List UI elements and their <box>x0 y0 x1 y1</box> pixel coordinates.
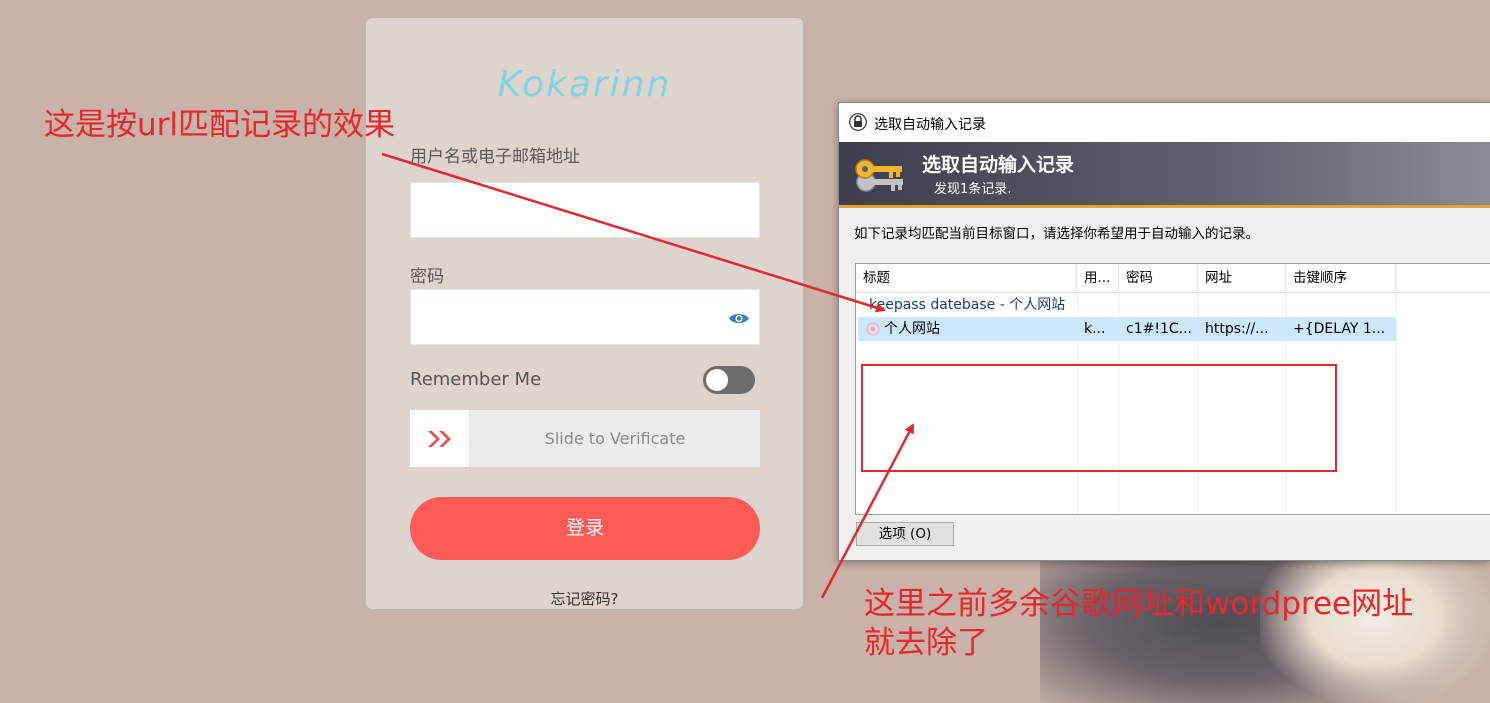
toggle-knob <box>706 369 728 391</box>
annotation-top-text: 这是按url匹配记录的效果 <box>44 107 396 143</box>
annotation-highlight-box <box>861 364 1337 472</box>
table-row-selected[interactable]: 个人网站 k... c1#!1C... https://... +{DELAY … <box>858 317 1396 341</box>
keepass-lock-icon <box>849 113 867 131</box>
entry-url: https://... <box>1205 321 1269 337</box>
slider-handle[interactable] <box>410 410 470 467</box>
site-logo: Kokarinn <box>497 64 672 105</box>
password-input[interactable] <box>410 289 760 345</box>
password-label: 密码 <box>410 267 444 287</box>
banner-subtitle: 发现1条记录. <box>934 182 1012 197</box>
background-illustration-detail <box>1260 560 1490 703</box>
entry-password: c1#!1C... <box>1126 321 1192 337</box>
column-header-password[interactable]: 密码 <box>1119 264 1198 292</box>
autotype-dialog: 选取自动输入记录 选取自动输入记录 发现1条记录. 如下记录均匹配当前目标窗口，… <box>838 102 1490 561</box>
remember-me-label: Remember Me <box>410 369 542 390</box>
header-divider <box>856 292 1490 293</box>
column-header-url[interactable]: 网址 <box>1198 264 1286 292</box>
forgot-password-link[interactable]: 忘记密码? <box>366 588 803 609</box>
login-card: Kokarinn 用户名或电子邮箱地址 密码 Remember Me Slide… <box>366 18 803 609</box>
entry-title: 个人网站 <box>884 321 940 337</box>
annotation-bottom-text-line2: 就去除了 <box>864 625 988 661</box>
column-header-user[interactable]: 用... <box>1077 264 1119 292</box>
remember-me-toggle[interactable] <box>703 366 755 394</box>
dialog-titlebar[interactable]: 选取自动输入记录 <box>839 103 1490 142</box>
slider-text: Slide to Verificate <box>544 429 686 448</box>
login-button[interactable]: 登录 <box>410 497 760 560</box>
group-header: keepass datebase - 个人网站 <box>869 297 1066 313</box>
entry-user: k... <box>1084 321 1106 337</box>
annotation-bottom-text-line1: 这里之前多余谷歌网址和wordpree网址 <box>864 586 1414 622</box>
slide-verify[interactable]: Slide to Verificate <box>410 410 760 467</box>
column-header-sequence[interactable]: 击键顺序 <box>1286 264 1396 292</box>
dialog-window-title: 选取自动输入记录 <box>874 117 986 133</box>
eye-icon[interactable] <box>728 312 750 325</box>
banner-title: 选取自动输入记录 <box>922 154 1075 176</box>
entry-sequence: +{DELAY 1... <box>1293 321 1386 337</box>
double-chevron-right-icon <box>427 430 451 447</box>
dialog-banner: 选取自动输入记录 发现1条记录. <box>839 142 1490 208</box>
username-label: 用户名或电子邮箱地址 <box>410 147 580 167</box>
options-button[interactable]: 选项 (O) <box>856 522 954 546</box>
keys-icon <box>855 159 903 192</box>
column-header-title[interactable]: 标题 <box>856 264 1077 292</box>
dialog-description: 如下记录均匹配当前目标窗口，请选择你希望用于自动输入的记录。 <box>854 226 1259 242</box>
username-input[interactable] <box>410 182 760 238</box>
grid-line <box>1396 292 1397 514</box>
